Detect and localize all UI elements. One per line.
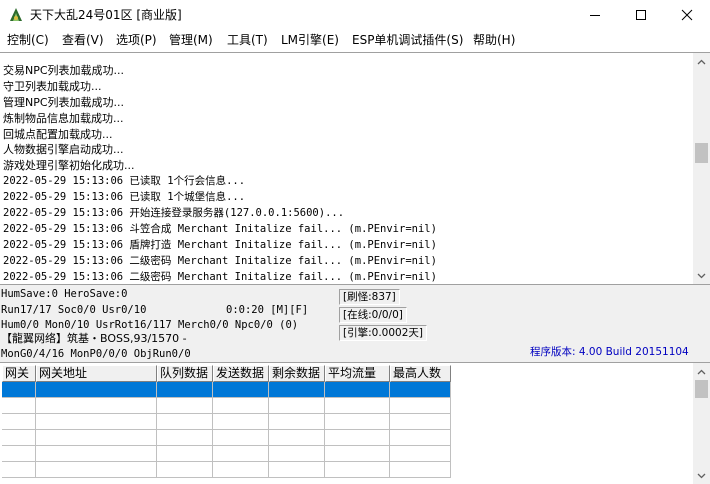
log-line: 交易NPC列表加载成功... [3,64,125,77]
log-line: 炼制物品信息加载成功... [3,111,124,125]
log-line: 2022-05-29 15:13:06 已读取 1个城堡信息... [3,191,246,204]
menu-help[interactable]: 帮助(H) [473,32,515,48]
gateway-grid[interactable]: 网关 网关地址 队列数据 发送数据 剩余数据 平均流量 最高人数 [0,362,710,484]
online-box: [在线:0/0/0] [339,307,407,323]
col-gateway-address[interactable]: 网关地址 [36,365,157,382]
table-row[interactable] [2,398,451,414]
close-icon [681,9,693,21]
grid-scrollbar[interactable] [693,363,710,484]
map-status: 【龍翼网络】筑基・BOSS,93/1570 - [1,332,187,345]
log-line: 2022-05-29 15:13:06 二级密码 Merchant Inital… [3,254,437,267]
chevron-down-icon [697,273,706,278]
engine-box: [引擎:0.0002天] [339,325,427,341]
log-line: 人物数据引擎启动成功... [3,143,124,157]
col-max-users[interactable]: 最高人数 [390,365,451,382]
monster-refresh-box: [刷怪:837] [339,289,400,305]
log-line: 管理NPC列表加载成功... [3,95,125,109]
title-bar[interactable]: 天下大乱24号01区 [商业版] [0,0,710,30]
log-line: 守卫列表加载成功... [3,79,102,93]
menu-control[interactable]: 控制(C) [7,32,49,48]
log-line: 2022-05-29 15:13:06 斗笠合成 Merchant Inital… [3,222,437,235]
table-row[interactable] [2,382,451,398]
scroll-down-button[interactable] [693,267,710,284]
maximize-button[interactable] [618,0,664,30]
col-gateway[interactable]: 网关 [2,365,36,382]
grid-scroll-down-button[interactable] [693,467,710,484]
grid-scroll-up-button[interactable] [693,363,710,380]
menu-manage[interactable]: 管理(M) [169,32,213,48]
menu-tools[interactable]: 工具(T) [227,32,268,48]
log-line: 2022-05-29 15:13:06 二级密码 Merchant Inital… [3,270,437,283]
scroll-up-button[interactable] [693,53,710,70]
minimize-button[interactable] [572,0,618,30]
status-panel: HumSave:0 HeroSave:0 Run17/17 Soc0/0 Usr… [0,284,710,362]
table-row[interactable] [2,414,451,430]
chevron-down-icon [697,473,706,478]
save-status: HumSave:0 HeroSave:0 [1,288,128,300]
col-queue-data[interactable]: 队列数据 [157,365,213,382]
app-icon [10,8,22,21]
chevron-up-icon [697,59,706,64]
run-status: Run17/17 Soc0/0 Usr0/10 [1,304,147,316]
table-row[interactable] [2,430,451,446]
window-title: 天下大乱24号01区 [商业版] [30,8,182,22]
run-timer: 0:0:20 [M][F] [226,304,309,316]
grid-body [2,382,451,478]
table-row[interactable] [2,446,451,462]
log-scrollbar[interactable] [693,53,710,284]
menu-esp-plugin[interactable]: ESP单机调试插件(S) [352,32,463,48]
grid-scroll-thumb[interactable] [695,380,708,398]
table-row[interactable] [2,462,451,478]
menu-options[interactable]: 选项(P) [116,32,157,48]
log-line: 回城点配置加载成功... [3,127,113,141]
log-list: 交易NPC列表加载成功... 守卫列表加载成功... 管理NPC列表加载成功..… [3,53,688,284]
log-line: 2022-05-29 15:13:06 已读取 1个行会信息... [3,175,246,188]
log-line: 2022-05-29 15:13:06 盾牌打造 Merchant Inital… [3,238,437,251]
log-panel[interactable]: 交易NPC列表加载成功... 守卫列表加载成功... 管理NPC列表加载成功..… [0,52,710,284]
col-average-traffic[interactable]: 平均流量 [325,365,390,382]
col-send-data[interactable]: 发送数据 [213,365,269,382]
menu-lm-engine[interactable]: LM引擎(E) [281,32,339,48]
close-button[interactable] [664,0,710,30]
chevron-up-icon [697,369,706,374]
menu-bar: 控制(C) 查看(V) 选项(P) 管理(M) 工具(T) LM引擎(E) ES… [0,30,710,50]
col-remaining-data[interactable]: 剩余数据 [269,365,325,382]
human-monster-status: Hum0/0 Mon0/10 UsrRot16/117 Merch0/0 Npc… [1,319,299,331]
menu-view[interactable]: 查看(V) [62,32,104,48]
maximize-icon [636,10,646,20]
log-line: 2022-05-29 15:13:06 开始连接登录服务器(127.0.0.1:… [3,207,345,220]
log-line: 游戏处理引擎初始化成功... [3,159,135,173]
scroll-thumb[interactable] [695,143,708,163]
minimize-icon [590,15,600,16]
grid-header: 网关 网关地址 队列数据 发送数据 剩余数据 平均流量 最高人数 [2,365,451,382]
program-version: 程序版本: 4.00 Build 20151104 [530,346,689,358]
monster-gen-status: MonG0/4/16 MonP0/0/0 ObjRun0/0 [1,348,191,360]
